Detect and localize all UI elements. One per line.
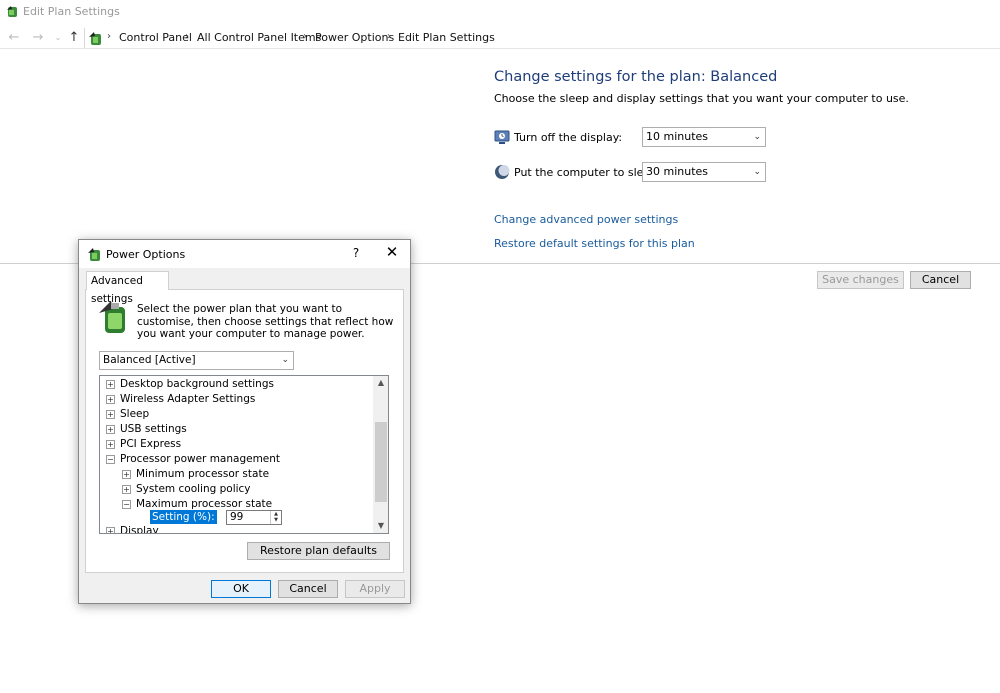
divider (0, 48, 1000, 49)
tab-advanced-settings[interactable]: Advanced settings (86, 271, 169, 305)
restore-plan-defaults-button[interactable]: Restore plan defaults (247, 542, 390, 560)
tree-item[interactable]: + System cooling policy (100, 482, 372, 497)
collapse-minus-icon[interactable]: − (106, 455, 115, 464)
tree-scrollbar[interactable]: ▲ ▼ (373, 376, 388, 533)
dialog-intro-text: Select the power plan that you want to c… (137, 303, 394, 340)
display-timeout-select[interactable]: 10 minutes ⌄ (642, 127, 766, 147)
expand-plus-icon[interactable]: + (106, 425, 115, 434)
stepper-buttons[interactable]: ▲ ▼ (270, 511, 281, 524)
scroll-down-icon[interactable]: ▼ (373, 519, 388, 533)
help-icon[interactable]: ? (349, 246, 363, 260)
dialog-titlebar: Power Options ? ✕ (79, 240, 410, 268)
save-changes-button[interactable]: Save changes (817, 271, 904, 289)
setting-percent-label: Setting (%): (150, 510, 217, 524)
setting-percent-value: 99 (230, 511, 244, 523)
dialog-cancel-button[interactable]: Cancel (278, 580, 338, 598)
chevron-right-icon: › (185, 31, 189, 42)
page-subtitle: Choose the sleep and display settings th… (494, 92, 909, 105)
power-plan-select-value: Balanced [Active] (103, 354, 196, 366)
settings-tree[interactable]: + Desktop background settings + Wireless… (99, 375, 389, 534)
forward-arrow-icon[interactable]: → (30, 30, 46, 46)
restore-defaults-link[interactable]: Restore default settings for this plan (494, 237, 695, 250)
ok-button[interactable]: OK (211, 580, 271, 598)
tree-item[interactable]: + Display (100, 524, 372, 533)
sleep-timeout-value: 30 minutes (646, 165, 709, 178)
setting-percent-stepper[interactable]: 99 ▲ ▼ (226, 510, 282, 525)
close-icon[interactable]: ✕ (383, 243, 401, 261)
expand-plus-icon[interactable]: + (106, 380, 115, 389)
advanced-settings-link[interactable]: Change advanced power settings (494, 213, 678, 226)
scroll-up-icon[interactable]: ▲ (373, 376, 388, 390)
dialog-title: Power Options (106, 248, 186, 261)
tree-item[interactable]: − Processor power management (100, 452, 372, 467)
chevron-down-icon: ⌄ (753, 132, 761, 142)
breadcrumb-power-options[interactable]: Power Options (315, 31, 394, 44)
power-plan-icon (89, 32, 101, 45)
up-arrow-icon[interactable]: ↑ (66, 30, 82, 46)
breadcrumb-control-panel[interactable]: Control Panel (119, 31, 192, 44)
scrollbar-thumb[interactable] (375, 422, 387, 502)
chevron-down-icon: ⌄ (753, 167, 761, 177)
chevron-right-icon: › (387, 31, 391, 42)
power-options-dialog: Power Options ? ✕ Advanced settings Sele… (78, 239, 411, 604)
recent-locations-chevron-icon[interactable]: ⌄ (50, 30, 66, 46)
window-title: Edit Plan Settings (23, 5, 120, 18)
cancel-button[interactable]: Cancel (910, 271, 971, 289)
tree-item[interactable]: + Sleep (100, 407, 372, 422)
display-timeout-value: 10 minutes (646, 130, 709, 143)
tree-item[interactable]: + Wireless Adapter Settings (100, 392, 372, 407)
power-plan-select[interactable]: Balanced [Active] ⌄ (99, 351, 294, 370)
power-plan-icon (88, 248, 100, 261)
back-arrow-icon[interactable]: ← (6, 30, 22, 46)
sleep-timeout-select[interactable]: 30 minutes ⌄ (642, 162, 766, 182)
tree-item[interactable]: + Desktop background settings (100, 377, 372, 392)
page-title: Change settings for the plan: Balanced (494, 69, 778, 85)
moon-icon (495, 165, 510, 179)
chevron-down-icon: ⌄ (281, 355, 289, 365)
chevron-right-icon: › (303, 31, 307, 42)
window-titlebar: Edit Plan Settings (0, 0, 1000, 24)
breadcrumb-edit-plan[interactable]: Edit Plan Settings (398, 31, 495, 44)
monitor-icon (494, 130, 510, 144)
apply-button[interactable]: Apply (345, 580, 405, 598)
address-bar: ← → ⌄ ↑ › Control Panel › All Control Pa… (0, 28, 1000, 48)
collapse-minus-icon[interactable]: − (122, 500, 131, 509)
expand-plus-icon[interactable]: + (106, 440, 115, 449)
tree-item[interactable]: + PCI Express (100, 437, 372, 452)
display-timeout-label: Turn off the display: (514, 131, 623, 144)
tree-item[interactable]: + USB settings (100, 422, 372, 437)
sleep-timeout-label: Put the computer to sleep: (514, 166, 661, 179)
expand-plus-icon[interactable]: + (106, 410, 115, 419)
chevron-right-icon: › (107, 31, 111, 42)
expand-plus-icon[interactable]: + (106, 395, 115, 404)
tree-item[interactable]: + Minimum processor state (100, 467, 372, 482)
expand-plus-icon[interactable]: + (122, 470, 131, 479)
expand-plus-icon[interactable]: + (106, 527, 115, 533)
expand-plus-icon[interactable]: + (122, 485, 131, 494)
power-plan-icon (7, 6, 17, 17)
